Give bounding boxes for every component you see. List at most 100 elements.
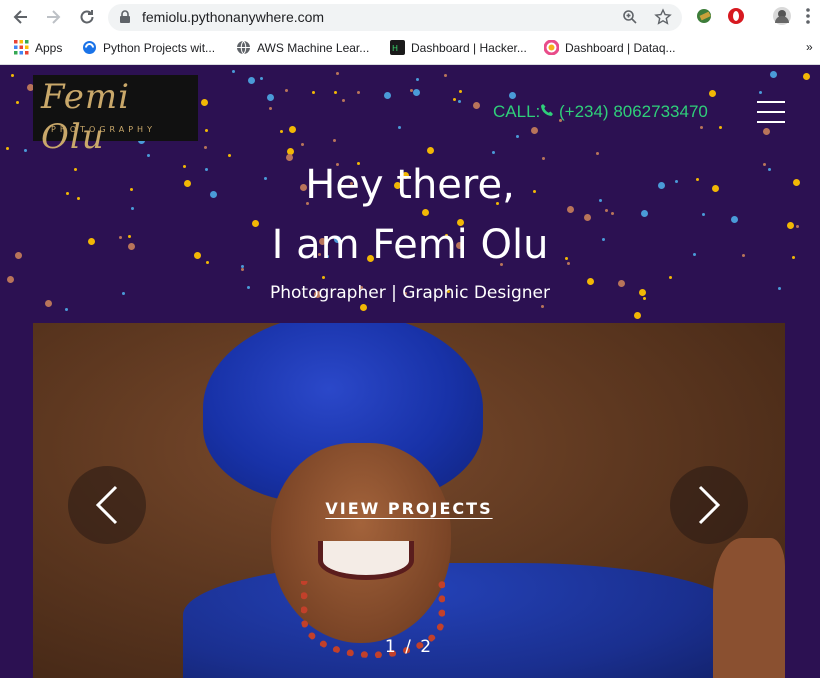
confetti-dot — [289, 126, 296, 133]
confetti-dot — [269, 107, 272, 110]
view-projects-link[interactable]: VIEW PROJECTS — [33, 499, 785, 518]
confetti-dot — [473, 102, 480, 109]
confetti-dot — [398, 126, 401, 129]
confetti-dot — [286, 154, 293, 161]
confetti-dot — [641, 210, 648, 217]
confetti-dot — [516, 135, 519, 138]
confetti-dot — [131, 207, 134, 210]
call-contact[interactable]: CALL: (+234) 8062733470 — [493, 102, 708, 122]
confetti-dot — [759, 91, 762, 94]
bookmark-python-projects[interactable]: Python Projects wit... — [82, 40, 215, 55]
hero-heading-line2: I am Femi Olu — [271, 222, 549, 268]
browser-menu-button[interactable] — [804, 6, 820, 26]
confetti-dot — [611, 212, 614, 215]
logo-script-text: Femi Olu — [41, 77, 130, 157]
url-text[interactable]: femiolu.pythonanywhere.com — [142, 9, 324, 25]
confetti-dot — [763, 128, 770, 135]
confetti-dot — [16, 101, 19, 104]
bookmark-label: Python Projects wit... — [103, 40, 216, 55]
confetti-dot — [336, 72, 339, 75]
reload-icon — [80, 10, 94, 24]
confetti-dot — [700, 126, 703, 129]
confetti-dot — [803, 73, 810, 80]
hamburger-menu-icon[interactable] — [757, 101, 785, 125]
confetti-dot — [719, 126, 722, 129]
confetti-dot — [360, 304, 367, 311]
confetti-dot — [7, 276, 14, 283]
bookmark-apps[interactable]: Apps — [14, 40, 62, 55]
zoom-icon — [623, 10, 637, 24]
dataquest-icon — [544, 40, 559, 55]
back-button[interactable] — [10, 6, 32, 28]
confetti-dot — [459, 90, 462, 93]
bookmark-dataquest[interactable]: Dashboard | Dataq... — [544, 40, 676, 55]
confetti-dot — [567, 206, 574, 213]
confetti-dot — [541, 305, 544, 308]
confetti-dot — [333, 139, 336, 142]
confetti-dot — [542, 157, 545, 160]
bookmark-label: AWS Machine Lear... — [257, 40, 370, 55]
confetti-dot — [770, 71, 777, 78]
confetti-dot — [458, 100, 461, 103]
globe-icon — [237, 40, 250, 55]
confetti-dot — [322, 276, 325, 279]
logo-subtitle: PHOTOGRAPHY — [51, 125, 156, 134]
bookmark-label: Dashboard | Hacker... — [411, 40, 527, 55]
site-logo[interactable]: Femi Olu PHOTOGRAPHY — [33, 75, 198, 157]
kebab-menu-icon — [806, 8, 810, 24]
apps-grid-icon — [14, 40, 29, 55]
confetti-dot — [731, 216, 738, 223]
confetti-dot — [413, 89, 420, 96]
confetti-dot — [384, 92, 391, 99]
hero-heading-line1: Hey there, — [305, 162, 515, 208]
forward-button[interactable] — [42, 6, 64, 28]
profile-avatar[interactable] — [772, 6, 792, 26]
confetti-dot — [702, 213, 705, 216]
carousel-counter: 1 / 2 — [384, 637, 434, 657]
carousel-slide: VIEW PROJECTS 1 / 2 — [33, 323, 785, 678]
extension-globe-icon[interactable] — [694, 6, 714, 26]
address-bar[interactable]: femiolu.pythonanywhere.com — [108, 4, 682, 31]
confetti-dot — [65, 308, 68, 311]
bookmark-star-icon — [654, 8, 672, 25]
confetti-dot — [334, 91, 337, 94]
call-label: CALL: — [493, 102, 541, 121]
bookmarks-bar: Apps Python Projects wit... AWS Machine … — [0, 34, 820, 65]
confetti-dot — [416, 78, 419, 81]
confetti-dot — [357, 91, 360, 94]
forward-arrow-icon — [47, 10, 61, 24]
confetti-dot — [312, 91, 315, 94]
confetti-dot — [709, 90, 716, 97]
website-page: Femi Olu PHOTOGRAPHY CALL: (+234) 806273… — [0, 65, 820, 678]
bookmark-aws-ml[interactable]: AWS Machine Lear... — [236, 40, 369, 55]
confetti-dot — [427, 147, 434, 154]
python-projects-icon — [83, 41, 96, 54]
confetti-dot — [24, 149, 27, 152]
hero-subtitle: Photographer | Graphic Designer — [269, 283, 550, 303]
extension-opera-icon[interactable] — [726, 6, 746, 26]
hackerrank-icon: H — [390, 40, 405, 55]
confetti-dot — [444, 74, 447, 77]
phone-number: (+234) 8062733470 — [558, 102, 708, 121]
confetti-dot — [669, 276, 672, 279]
browser-toolbar: femiolu.pythonanywhere.com — [0, 0, 820, 34]
confetti-dot — [492, 151, 495, 154]
confetti-dot — [228, 154, 231, 157]
confetti-dot — [205, 129, 208, 132]
confetti-dot — [422, 209, 429, 216]
confetti-dot — [634, 312, 641, 319]
confetti-dot — [232, 70, 235, 73]
confetti-dot — [6, 147, 9, 150]
bookmark-hackerrank[interactable]: H Dashboard | Hacker... — [390, 40, 527, 55]
confetti-dot — [453, 98, 456, 101]
bookmark-label: Dashboard | Dataq... — [565, 40, 676, 55]
phone-icon — [541, 104, 554, 116]
confetti-dot — [204, 146, 207, 149]
confetti-dot — [280, 130, 283, 133]
bookmark-label: Apps — [35, 40, 63, 55]
confetti-dot — [241, 268, 244, 271]
confetti-dot — [11, 74, 14, 77]
reload-button[interactable] — [76, 6, 98, 28]
more-bookmarks-button[interactable]: » — [806, 40, 813, 54]
confetti-dot — [509, 92, 516, 99]
